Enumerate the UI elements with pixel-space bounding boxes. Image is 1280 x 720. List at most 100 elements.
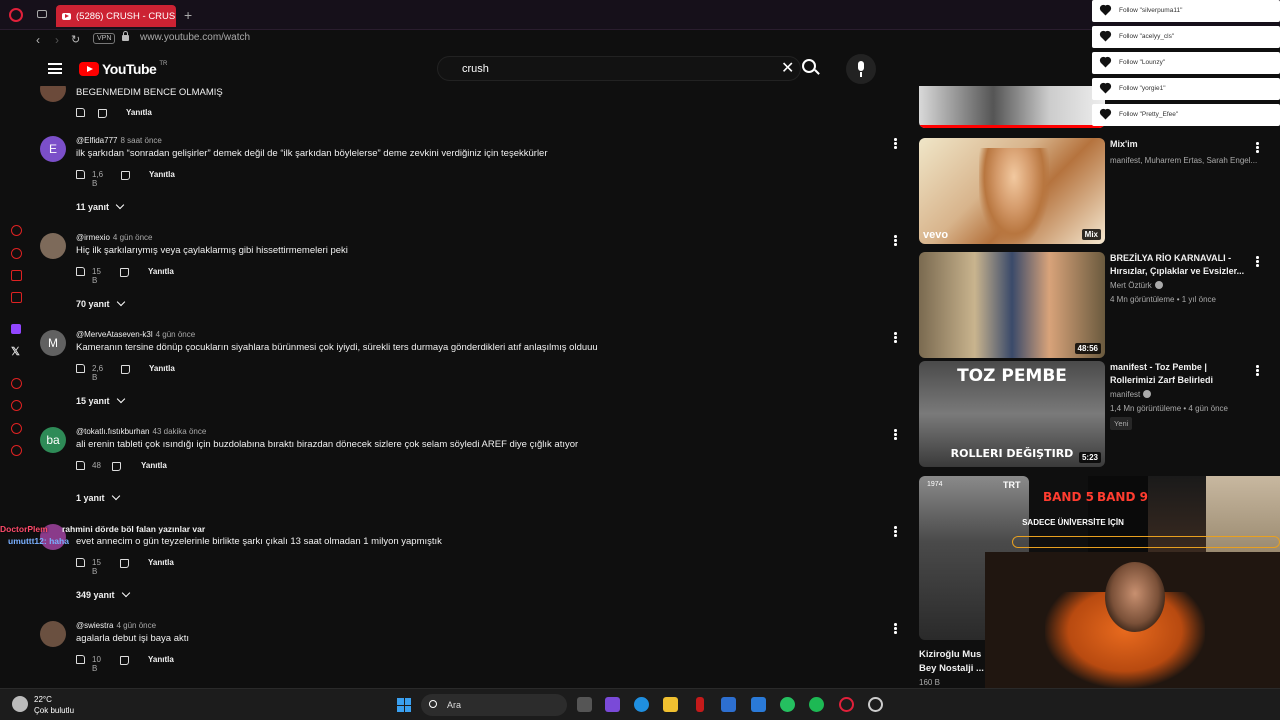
dislike-icon[interactable]	[121, 365, 130, 374]
messenger-icon[interactable]	[11, 270, 22, 281]
app-icon[interactable]	[868, 697, 883, 712]
video-title[interactable]: BREZİLYA RİO KARNAVALI - Hırsızlar, Çıpl…	[1110, 252, 1250, 278]
avatar[interactable]	[40, 86, 66, 102]
replies-toggle[interactable]: 1 yanıt	[76, 491, 120, 503]
reply-button[interactable]: Yanıtla	[148, 267, 174, 276]
more-options-icon[interactable]	[894, 138, 897, 150]
task-view-icon[interactable]	[577, 697, 592, 712]
opera-logo-icon[interactable]	[9, 8, 23, 22]
youtube-logo[interactable]: YouTube TR	[79, 61, 167, 77]
more-options-icon[interactable]	[894, 235, 897, 247]
dislike-icon[interactable]	[121, 171, 130, 180]
heart-icon[interactable]	[11, 423, 22, 434]
weather-icon[interactable]	[12, 696, 28, 712]
vpn-badge[interactable]: VPN	[93, 33, 116, 44]
replies-toggle[interactable]: 11 yanıt	[76, 200, 125, 212]
search-input[interactable]: crush	[462, 63, 489, 75]
dislike-icon[interactable]	[98, 109, 107, 118]
avatar[interactable]: E	[40, 136, 66, 162]
aria-icon[interactable]	[11, 225, 22, 236]
twitch-icon[interactable]	[11, 324, 21, 334]
comment-time[interactable]: 4 gün önce	[116, 621, 156, 630]
reload-icon[interactable]: ↻	[71, 33, 80, 46]
avatar[interactable]: M	[40, 330, 66, 356]
search-box[interactable]: crush ✕	[437, 56, 801, 81]
more-options-icon[interactable]	[894, 623, 897, 635]
dislike-icon[interactable]	[120, 559, 129, 568]
clock-icon[interactable]	[11, 400, 22, 411]
like-icon[interactable]	[76, 558, 85, 567]
opera-gx-icon[interactable]	[839, 697, 854, 712]
reply-button[interactable]: Yanıtla	[149, 364, 175, 373]
video-thumbnail[interactable]: vevo Mix	[919, 138, 1105, 244]
like-icon[interactable]	[76, 108, 85, 117]
app-icon[interactable]	[696, 697, 704, 712]
comment-author[interactable]: @swiestra	[76, 621, 113, 630]
settings-icon[interactable]	[11, 445, 22, 456]
more-options-icon[interactable]	[894, 332, 897, 344]
back-icon[interactable]: ‹	[36, 33, 40, 47]
whatsapp-icon[interactable]	[780, 697, 795, 712]
microphone-icon[interactable]	[846, 54, 876, 84]
new-tab-button[interactable]: +	[184, 7, 192, 23]
like-icon[interactable]	[76, 267, 85, 276]
comment-author[interactable]: @Elfida777	[76, 136, 117, 145]
menu-icon[interactable]	[48, 63, 62, 74]
comment-time[interactable]: 4 gün önce	[156, 330, 196, 339]
replies-toggle[interactable]: 70 yanıt	[76, 297, 125, 309]
like-icon[interactable]	[76, 364, 85, 373]
more-options-icon[interactable]	[1256, 142, 1259, 154]
file-explorer-icon[interactable]	[663, 697, 678, 712]
active-tab[interactable]: (5286) CRUSH - CRUSH! |	[56, 5, 176, 27]
comment-author[interactable]: @MerveAtaseven-k3l	[76, 330, 153, 339]
avatar[interactable]	[40, 621, 66, 647]
history-icon[interactable]	[11, 378, 22, 389]
mail-icon[interactable]	[751, 697, 766, 712]
player-icon[interactable]	[11, 248, 22, 259]
replies-toggle[interactable]: 15 yanıt	[76, 394, 125, 406]
reply-button[interactable]: Yanıtla	[149, 170, 175, 179]
more-options-icon[interactable]	[894, 429, 897, 441]
reply-button[interactable]: Yanıtla	[148, 558, 174, 567]
comment-time[interactable]: 43 dakika önce	[153, 427, 207, 436]
video-thumbnail[interactable]: 48:56	[919, 252, 1105, 358]
store-icon[interactable]	[721, 697, 736, 712]
avatar[interactable]	[40, 233, 66, 259]
like-icon[interactable]	[76, 655, 85, 664]
video-channel[interactable]: manifest, Muharrem Ertas, Sarah Engel...	[1110, 156, 1257, 165]
search-icon[interactable]	[802, 59, 816, 73]
forward-icon[interactable]: ›	[55, 33, 59, 47]
dislike-icon[interactable]	[120, 656, 129, 665]
replies-toggle[interactable]: 349 yanıt	[76, 588, 130, 600]
lock-icon[interactable]	[122, 31, 129, 41]
clear-search-icon[interactable]: ✕	[781, 58, 794, 80]
url-field[interactable]: www.youtube.com/watch	[140, 32, 250, 43]
video-title[interactable]: Mix'im	[1110, 138, 1250, 151]
comment-time[interactable]: 4 gün önce	[113, 233, 153, 242]
video-title[interactable]: manifest - Toz Pembe | Rollerimizi Zarf …	[1110, 361, 1250, 387]
more-options-icon[interactable]	[1256, 256, 1259, 268]
video-thumbnail[interactable]: TOZ PEMBE ROLLERI DEĞIŞTIRD 5:23	[919, 361, 1105, 467]
video-thumbnail[interactable]	[919, 86, 1105, 128]
instagram-icon[interactable]	[11, 292, 22, 303]
comment-author[interactable]: @irmexio	[76, 233, 110, 242]
weather-description[interactable]: Çok bulutlu	[34, 706, 74, 715]
like-icon[interactable]	[76, 170, 85, 179]
reply-button[interactable]: Yanıtla	[126, 108, 152, 117]
more-options-icon[interactable]	[894, 526, 897, 538]
windows-start-icon[interactable]	[397, 698, 411, 712]
like-icon[interactable]	[76, 461, 85, 470]
spotify-icon[interactable]	[809, 697, 824, 712]
dislike-icon[interactable]	[120, 268, 129, 277]
edge-icon[interactable]	[634, 697, 649, 712]
more-options-icon[interactable]	[1256, 365, 1259, 377]
workspace-icon[interactable]	[37, 10, 47, 18]
taskbar-search[interactable]: Ara	[421, 694, 567, 716]
avatar[interactable]: ba	[40, 427, 66, 453]
reply-button[interactable]: Yanıtla	[148, 655, 174, 664]
reply-button[interactable]: Yanıtla	[141, 461, 167, 470]
comment-time[interactable]: 8 saat önce	[120, 136, 161, 145]
video-channel[interactable]: manifest	[1110, 390, 1152, 399]
weather-temperature[interactable]: 22°C	[34, 695, 52, 704]
x-twitter-icon[interactable]: 𝕏	[11, 345, 20, 358]
